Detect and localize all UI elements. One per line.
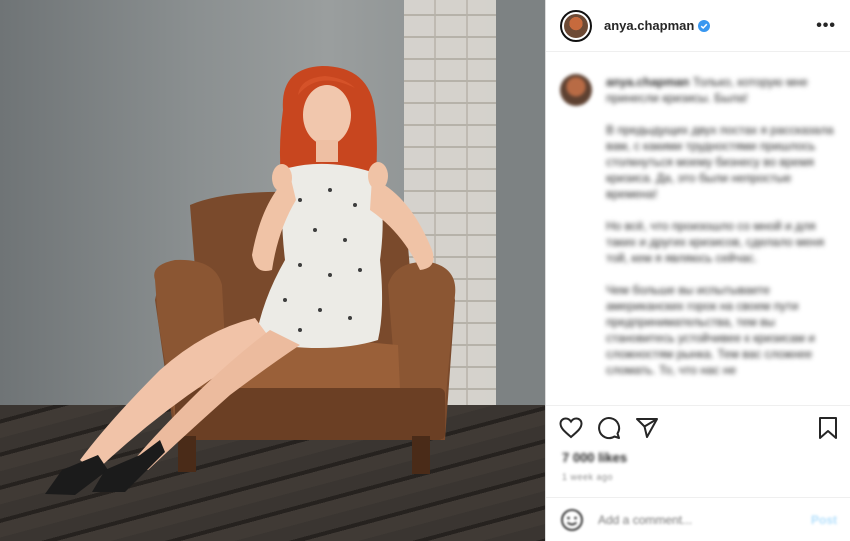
smiley-icon[interactable]	[560, 508, 584, 532]
post-comment-button[interactable]: Post	[811, 513, 837, 527]
bookmark-icon[interactable]	[815, 415, 841, 441]
heart-icon[interactable]	[558, 415, 584, 441]
caption-comment: anya.chapman Только, которую мне принесл…	[546, 52, 850, 394]
instagram-post: anya.chapman ••• anya.chapman Только, ко…	[0, 0, 850, 541]
post-sidebar: anya.chapman ••• anya.chapman Только, ко…	[545, 0, 850, 541]
comment-input[interactable]	[596, 511, 780, 528]
post-photo[interactable]	[0, 0, 545, 541]
post-timestamp: 1 week ago	[562, 472, 614, 482]
action-bar	[546, 406, 850, 450]
post-header: anya.chapman •••	[546, 0, 850, 52]
actions-area: 7 000 likes 1 week ago	[546, 405, 850, 482]
comment-icon[interactable]	[596, 415, 622, 441]
comment-box: Post	[546, 497, 850, 541]
likes-count[interactable]: 7 000 likes	[546, 450, 850, 468]
photo-subject	[45, 66, 456, 495]
caption-text: anya.chapman Только, которую мне принесл…	[606, 74, 837, 394]
share-icon[interactable]	[634, 415, 660, 441]
caption-area: anya.chapman Только, которую мне принесл…	[546, 52, 850, 405]
more-options-button[interactable]: •••	[816, 17, 836, 35]
caption-avatar[interactable]	[560, 74, 592, 106]
caption-paragraph: Чем больше вы испытываете американских г…	[606, 283, 815, 377]
caption-paragraph: В предыдущих двух постах я рассказала ва…	[606, 123, 834, 201]
avatar[interactable]	[560, 9, 592, 42]
header-username[interactable]: anya.chapman	[604, 18, 694, 33]
verified-badge-icon	[698, 19, 711, 32]
caption-paragraph: Но всё, что произошло со мной и для таки…	[606, 219, 825, 265]
caption-username[interactable]: anya.chapman	[606, 75, 689, 89]
